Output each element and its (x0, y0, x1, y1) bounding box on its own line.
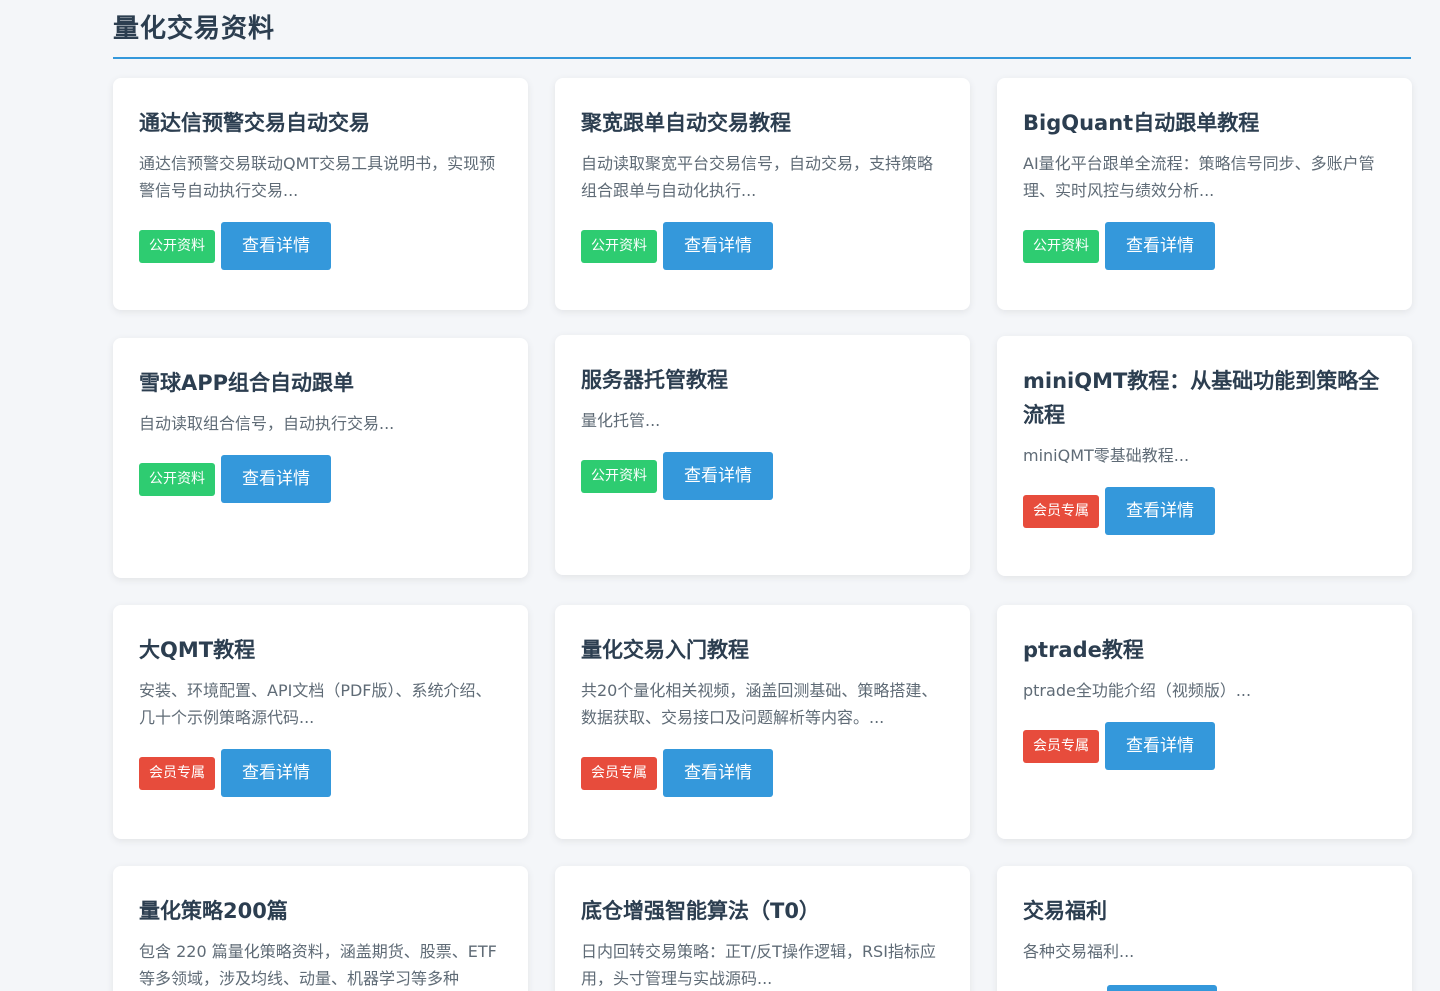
card-description: ptrade全功能介绍（视频版）... (1023, 681, 1252, 700)
card-title: 交易福利 (1023, 899, 1107, 923)
public-badge: 公开资料 (139, 462, 215, 496)
member-badge: 会员专属 (1023, 729, 1099, 763)
section-title: 量化交易资料 (113, 14, 276, 44)
card-actions: 会员专属 查看详情 (139, 749, 502, 797)
card-actions: 公开资料 查看详情 (1023, 222, 1386, 270)
card-title: 服务器托管教程 (581, 368, 728, 392)
card-actions: 会员专属 查看详情 (1023, 722, 1386, 770)
card-title: 底仓增强智能算法（T0） (581, 899, 820, 923)
card-actions: 公开资料 查看详情 (139, 222, 502, 270)
member-badge: 会员专属 (139, 756, 215, 790)
resource-card: 量化策略200篇 包含 220 篇量化策略资料，涵盖期货、股票、ETF等多领域，… (113, 866, 528, 991)
card-title: 聚宽跟单自动交易教程 (581, 111, 791, 135)
card-actions: 公开资料 查看详情 (139, 455, 502, 503)
card-description: 各种交易福利... (1023, 942, 1135, 961)
card-actions: 会员专属 查看详情 (1023, 487, 1386, 535)
card-description: 安装、环境配置、API文档（PDF版）、系统介绍、几十个示例策略源代码... (139, 681, 492, 727)
card-description: 包含 220 篇量化策略资料，涵盖期货、股票、ETF等多领域，涉及均线、动量、机… (139, 942, 497, 988)
card-title: ptrade教程 (1023, 638, 1144, 662)
page: 量化交易资料 通达信预警交易自动交易 通达信预警交易联动QMT交易工具说明书，实… (0, 0, 1440, 991)
card-actions: 公开资料 查看详情 (581, 222, 944, 270)
card-description: 自动读取组合信号，自动执行交易... (139, 414, 395, 433)
card-actions: 会员专属 查看详情 (581, 749, 944, 797)
card-description: miniQMT零基础教程... (1023, 446, 1190, 465)
view-details-button[interactable]: 查看详情 (663, 749, 773, 797)
card-description: 通达信预警交易联动QMT交易工具说明书，实现预警信号自动执行交易... (139, 154, 496, 200)
public-badge: 公开资料 (1023, 229, 1099, 263)
resource-card: BigQuant自动跟单教程 AI量化平台跟单全流程：策略信号同步、多账户管理、… (997, 78, 1412, 310)
card-actions (1023, 985, 1386, 991)
public-badge: 公开资料 (139, 229, 215, 263)
view-details-button[interactable]: 查看详情 (1105, 222, 1215, 270)
card-title: 量化策略200篇 (139, 899, 288, 923)
card-description: 共20个量化相关视频，涵盖回测基础、策略搭建、数据获取、交易接口及问题解析等内容… (581, 681, 938, 727)
view-details-button[interactable]: 查看详情 (1105, 722, 1215, 770)
card-description: 日内回转交易策略：正T/反T操作逻辑，RSI指标应用，头寸管理与实战源码... (581, 942, 936, 988)
section-divider (113, 57, 1411, 59)
resource-card: 量化交易入门教程 共20个量化相关视频，涵盖回测基础、策略搭建、数据获取、交易接… (555, 605, 970, 839)
resource-card: 交易福利 各种交易福利... (997, 866, 1412, 991)
card-title: 通达信预警交易自动交易 (139, 111, 370, 135)
view-details-button[interactable]: 查看详情 (663, 222, 773, 270)
resource-card: 通达信预警交易自动交易 通达信预警交易联动QMT交易工具说明书，实现预警信号自动… (113, 78, 528, 310)
card-description: AI量化平台跟单全流程：策略信号同步、多账户管理、实时风控与绩效分析... (1023, 154, 1375, 200)
view-details-button[interactable]: 查看详情 (221, 455, 331, 503)
view-details-button[interactable]: 查看详情 (221, 222, 331, 270)
resource-card: ptrade教程 ptrade全功能介绍（视频版）... 会员专属 查看详情 (997, 605, 1412, 839)
card-description: 自动读取聚宽平台交易信号，自动交易，支持策略组合跟单与自动化执行... (581, 154, 934, 200)
card-title: BigQuant自动跟单教程 (1023, 111, 1260, 135)
card-title: miniQMT教程：从基础功能到策略全流程 (1023, 369, 1380, 427)
card-title: 雪球APP组合自动跟单 (139, 371, 355, 395)
card-description: 量化托管... (581, 411, 661, 430)
resource-card: 服务器托管教程 量化托管... 公开资料 查看详情 (555, 335, 970, 575)
resource-card: miniQMT教程：从基础功能到策略全流程 miniQMT零基础教程... 会员… (997, 336, 1412, 576)
card-title: 量化交易入门教程 (581, 638, 749, 662)
resource-card: 聚宽跟单自动交易教程 自动读取聚宽平台交易信号，自动交易，支持策略组合跟单与自动… (555, 78, 970, 310)
card-actions: 公开资料 查看详情 (581, 452, 944, 500)
view-details-button[interactable]: 查看详情 (1105, 487, 1215, 535)
member-badge: 会员专属 (1023, 494, 1099, 528)
view-details-button[interactable]: 查看详情 (663, 452, 773, 500)
resource-card: 大QMT教程 安装、环境配置、API文档（PDF版）、系统介绍、几十个示例策略源… (113, 605, 528, 839)
card-title: 大QMT教程 (139, 638, 256, 662)
view-details-button[interactable] (1107, 985, 1217, 991)
member-badge: 会员专属 (581, 756, 657, 790)
public-badge: 公开资料 (581, 229, 657, 263)
resource-card: 底仓增强智能算法（T0） 日内回转交易策略：正T/反T操作逻辑，RSI指标应用，… (555, 866, 970, 991)
resource-card: 雪球APP组合自动跟单 自动读取组合信号，自动执行交易... 公开资料 查看详情 (113, 338, 528, 578)
public-badge: 公开资料 (581, 459, 657, 493)
view-details-button[interactable]: 查看详情 (221, 749, 331, 797)
